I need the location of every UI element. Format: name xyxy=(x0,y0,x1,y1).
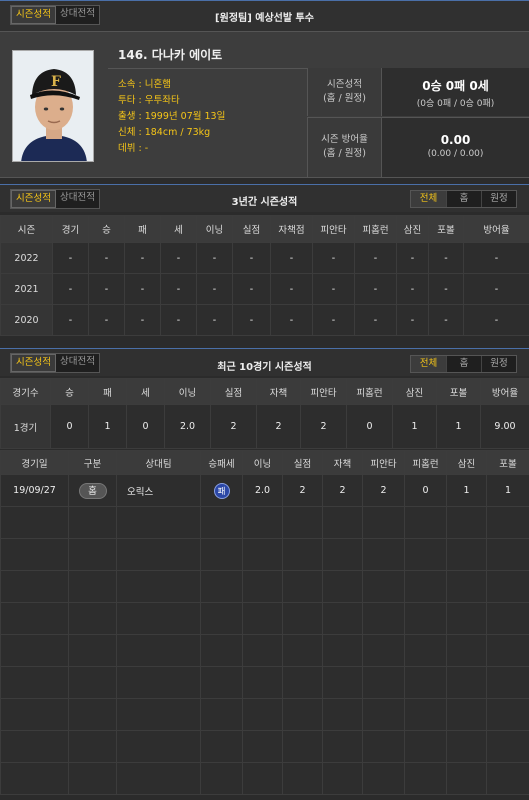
filter-home[interactable]: 홈 xyxy=(446,191,481,207)
header-games: 경기수 xyxy=(0,378,51,405)
header-hr: 피홈런 xyxy=(404,450,447,475)
table-row: 19/09/27 홈 오릭스 패 2.0 2 2 2 0 1 1 xyxy=(0,474,529,507)
header-innings: 이닝 xyxy=(164,378,211,405)
header-date: 경기일 xyxy=(0,450,69,475)
header-earned-runs: 자책점 xyxy=(270,215,313,243)
header-so: 삼진 xyxy=(446,450,487,475)
table-row-empty xyxy=(0,634,529,667)
filter-home[interactable]: 홈 xyxy=(446,356,481,372)
table-row-empty xyxy=(0,762,529,795)
header-innings: 이닝 xyxy=(242,450,283,475)
header-bb: 포볼 xyxy=(486,450,529,475)
page-title: [원정팀] 예상선발 투수 xyxy=(215,13,314,24)
top-bar: 시즌성적 상대전적 [원정팀] 예상선발 투수 xyxy=(0,0,529,31)
loss-badge: 패 xyxy=(213,482,230,499)
player-photo: F xyxy=(12,50,94,162)
home-badge: 홈 xyxy=(78,482,107,499)
three-year-bar: 시즌성적 상대전적 3년간 시즌성적 전체 홈 원정 xyxy=(0,184,529,212)
header-losses: 패 xyxy=(124,215,161,243)
header-wins: 승 xyxy=(50,378,89,405)
filter-all[interactable]: 전체 xyxy=(411,356,446,372)
header-bb: 포볼 xyxy=(428,215,464,243)
table-row-empty xyxy=(0,602,529,635)
header-games: 경기 xyxy=(52,215,89,243)
table-header-row: 경기일 구분 상대팀 승패세 이닝 실점 자책 피안타 피홈런 삼진 포볼 xyxy=(0,450,529,475)
header-so: 삼진 xyxy=(392,378,437,405)
recent-games-bar: 시즌성적 상대전적 최근 10경기 시즌성적 전체 홈 원정 xyxy=(0,348,529,376)
header-wins: 승 xyxy=(88,215,125,243)
header-hits: 피안타 xyxy=(300,378,347,405)
header-saves: 세 xyxy=(160,215,197,243)
season-record-value: 0승 0패 0세 (0승 0패 / 0승 0패) xyxy=(381,68,529,116)
table-row-empty xyxy=(0,666,529,699)
player-name: 146. 다나카 에이토 xyxy=(118,48,223,62)
player-card: F 146. 다나카 에이토 소속 : 니혼햄 투타 : 우투좌타 출생 : 1… xyxy=(0,31,529,178)
team-info: 소속 : 니혼햄 xyxy=(118,79,171,90)
header-season: 시즌 xyxy=(0,215,53,243)
table-row: 2021- - - - - - - - - - - - xyxy=(0,273,529,305)
header-so: 삼진 xyxy=(396,215,429,243)
header-runs: 실점 xyxy=(282,450,323,475)
body-info: 신체 : 184cm / 73kg xyxy=(118,127,211,138)
table-header-row: 시즌 경기 승 패 세 이닝 실점 자책점 피안타 피홈런 삼진 포볼 방어율 xyxy=(0,215,529,243)
svg-text:F: F xyxy=(51,74,61,90)
location-filter: 전체 홈 원정 xyxy=(410,355,517,373)
table-row: 2022- - - - - - - - - - - - xyxy=(0,242,529,274)
header-innings: 이닝 xyxy=(196,215,233,243)
header-hr: 피홈런 xyxy=(354,215,397,243)
recent-games-table: 경기일 구분 상대팀 승패세 이닝 실점 자책 피안타 피홈런 삼진 포볼 19… xyxy=(0,450,529,795)
three-year-table: 시즌 경기 승 패 세 이닝 실점 자책점 피안타 피홈런 삼진 포볼 방어율 … xyxy=(0,215,529,336)
header-era: 방어율 xyxy=(480,378,529,405)
table-row: 2020- - - - - - - - - - - - xyxy=(0,304,529,336)
table-row-empty xyxy=(0,698,529,731)
table-row-empty xyxy=(0,570,529,603)
table-row-empty xyxy=(0,730,529,763)
header-runs: 실점 xyxy=(232,215,271,243)
header-earned-runs: 자책 xyxy=(322,450,363,475)
filter-away[interactable]: 원정 xyxy=(481,356,516,372)
season-era-value: 0.00 (0.00 / 0.00) xyxy=(381,117,529,177)
header-hits: 피안타 xyxy=(312,215,355,243)
summary-row: 1경기 0 1 0 2.0 2 2 2 0 1 1 9.00 xyxy=(0,404,529,449)
table-header-row: 경기수 승 패 세 이닝 실점 자책 피안타 피홈런 삼진 포볼 방어율 xyxy=(0,378,529,405)
header-bb: 포볼 xyxy=(436,378,481,405)
birth-info: 출생 : 1999년 07월 13일 xyxy=(118,111,226,122)
debut-info: 데뷔 : - xyxy=(118,143,149,154)
player-info: 소속 : 니혼햄 투타 : 우투좌타 출생 : 1999년 07월 13일 신체… xyxy=(108,68,307,166)
filter-away[interactable]: 원정 xyxy=(481,191,516,207)
header-hits: 피안타 xyxy=(362,450,405,475)
header-runs: 실점 xyxy=(210,378,257,405)
header-hr: 피홈런 xyxy=(346,378,393,405)
table-row-empty xyxy=(0,506,529,539)
header-opponent: 상대팀 xyxy=(116,450,201,475)
header-losses: 패 xyxy=(88,378,127,405)
recent-summary-table: 경기수 승 패 세 이닝 실점 자책 피안타 피홈런 삼진 포볼 방어율 1경기… xyxy=(0,378,529,449)
header-era: 방어율 xyxy=(463,215,529,243)
header-saves: 세 xyxy=(126,378,165,405)
season-record-label: 시즌성적 (홈 / 원정) xyxy=(307,68,381,116)
header-earned-runs: 자책 xyxy=(256,378,301,405)
table-row-empty xyxy=(0,538,529,571)
filter-all[interactable]: 전체 xyxy=(411,191,446,207)
season-era-label: 시즌 방어율 (홈 / 원정) xyxy=(307,117,381,177)
header-decision: 승패세 xyxy=(200,450,243,475)
throw-bat-info: 투타 : 우투좌타 xyxy=(118,95,180,106)
location-filter: 전체 홈 원정 xyxy=(410,190,517,208)
header-venue: 구분 xyxy=(68,450,117,475)
